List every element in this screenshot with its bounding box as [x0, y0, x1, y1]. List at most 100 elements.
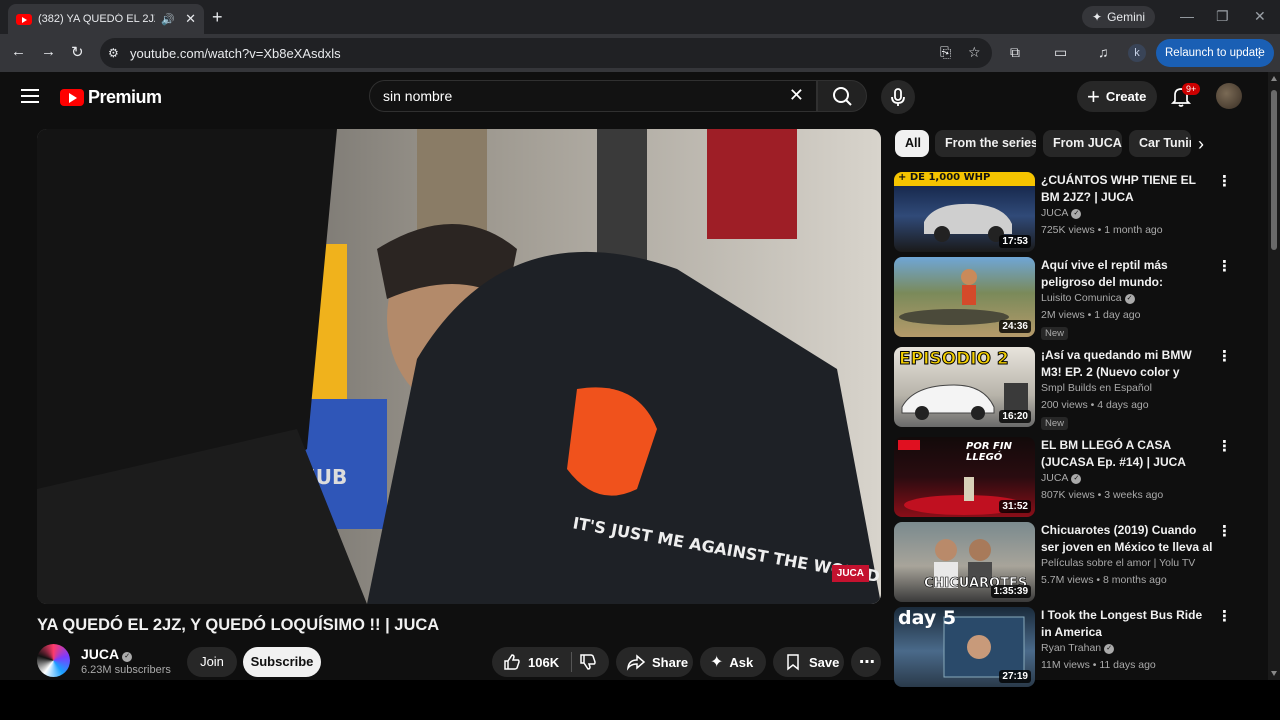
recommendation-item[interactable]: day 5 27:19 I Took the Longest Bus Ride … — [894, 607, 1254, 687]
youtube-favicon-icon — [16, 13, 32, 25]
back-button[interactable]: ← — [11, 43, 26, 60]
voice-search-button[interactable] — [881, 80, 915, 114]
close-window-icon[interactable]: ✕ — [1254, 8, 1266, 25]
video-thumbnail[interactable]: POR FIN LLEGÓ 31:52 — [894, 437, 1035, 517]
chip-from-the-series[interactable]: From the series — [935, 130, 1036, 157]
gemini-button[interactable]: ✦ Gemini — [1082, 6, 1156, 28]
verified-icon: ✓ — [1071, 474, 1082, 484]
recommendation-channel[interactable]: Ryan Trahan ✓ — [1041, 642, 1115, 654]
more-actions-button[interactable]: ⋯ — [851, 647, 881, 677]
channel-name-text: Ryan Trahan — [1041, 642, 1102, 654]
channel-name-text: JUCA — [81, 646, 120, 662]
recommendation-meta: 725K views • 1 month ago — [1041, 224, 1163, 236]
more-vert-icon[interactable]: ⋮ — [1217, 607, 1232, 625]
search-button[interactable] — [817, 80, 867, 112]
profile-avatar[interactable]: k — [1128, 44, 1146, 62]
account-avatar[interactable] — [1216, 83, 1242, 109]
bookmark-star-icon[interactable]: ☆ — [968, 44, 981, 61]
recommendation-title[interactable]: I Took the Longest Bus Ride in America — [1041, 607, 1213, 640]
relaunch-button[interactable]: Relaunch to update ⋮ — [1156, 39, 1274, 67]
more-vert-icon[interactable]: ⋮ — [1217, 522, 1232, 540]
youtube-logo[interactable]: Premium — [60, 87, 162, 108]
new-tab-button[interactable]: + — [212, 7, 223, 28]
recommendation-item[interactable]: 24:36 Aquí vive el reptil más peligroso … — [894, 257, 1254, 340]
share-icon — [626, 654, 646, 671]
ask-button[interactable]: ✦ Ask — [700, 647, 766, 677]
chip-all[interactable]: All — [895, 130, 929, 157]
clear-search-icon[interactable]: ✕ — [789, 85, 804, 106]
more-vert-icon[interactable]: ⋮ — [1217, 172, 1232, 190]
ask-label: Ask — [729, 654, 754, 670]
speaker-icon[interactable]: 🔊 — [161, 13, 175, 26]
recommendation-channel[interactable]: JUCA ✓ — [1041, 472, 1082, 484]
chip-car-tuning[interactable]: Car Tuning — [1129, 130, 1191, 157]
recommendation-meta: 2M views • 1 day ago — [1041, 309, 1141, 321]
video-thumbnail[interactable]: CHICUAROTES 1:35:39 — [894, 522, 1035, 602]
like-icon[interactable] — [502, 652, 522, 672]
channel-name-text: JUCA — [1041, 207, 1069, 219]
recommendation-channel[interactable]: Películas sobre el amor | Yolu TV — [1041, 557, 1195, 569]
forward-button[interactable]: → — [41, 43, 56, 60]
recommendation-item[interactable]: POR FIN LLEGÓ 31:52 EL BM LLEGÓ A CASA (… — [894, 437, 1254, 517]
install-app-icon[interactable]: ⎘ — [940, 44, 951, 61]
recommendation-channel[interactable]: Smpl Builds en Español — [1041, 382, 1152, 394]
tab-search-icon[interactable]: ▭ — [1054, 44, 1067, 61]
dislike-icon[interactable] — [578, 652, 598, 672]
recommendation-item[interactable]: + DE 1,000 WHP 17:53 ¿CUÁNTOS WHP TIENE … — [894, 172, 1254, 252]
extensions-icon[interactable]: ⧉ — [1010, 44, 1020, 61]
scroll-down-icon[interactable] — [1271, 671, 1277, 676]
restore-icon[interactable]: ❐ — [1216, 8, 1229, 25]
chip-from-juca[interactable]: From JUCA — [1043, 130, 1122, 157]
join-button[interactable]: Join — [187, 647, 237, 677]
minimize-icon[interactable]: — — [1180, 8, 1194, 24]
recommendation-title[interactable]: Aquí vive el reptil más peligroso del mu… — [1041, 257, 1213, 290]
recommendation-title[interactable]: ¡Así va quedando mi BMW M3! EP. 2 (Nuevo… — [1041, 347, 1213, 380]
more-vert-icon[interactable]: ⋮ — [1217, 257, 1232, 275]
recommendation-title[interactable]: Chicuarotes (2019) Cuando ser joven en M… — [1041, 522, 1213, 555]
share-button[interactable]: Share — [616, 647, 693, 677]
close-tab-icon[interactable]: ✕ — [185, 11, 196, 27]
view-count: 2M views — [1041, 309, 1085, 321]
url-text: youtube.com/watch?v=Xb8eXAsdxls — [130, 45, 341, 61]
youtube-page: Premium sin nombre ✕ + Create 9+ IT'S JU… — [0, 72, 1280, 687]
recommendation-item[interactable]: EPISODIO 2 16:20 ¡Así va quedando mi BMW… — [894, 347, 1254, 430]
video-thumbnail[interactable]: day 5 27:19 — [894, 607, 1035, 687]
recommendation-channel[interactable]: JUCA ✓ — [1041, 207, 1082, 219]
video-thumbnail[interactable]: + DE 1,000 WHP 17:53 — [894, 172, 1035, 252]
chevron-right-icon[interactable]: › — [1198, 134, 1204, 155]
scrollbar-thumb[interactable] — [1271, 90, 1277, 250]
more-vert-icon[interactable]: ⋮ — [1253, 45, 1266, 61]
recommendation-meta: 5.7M views • 8 months ago — [1041, 574, 1167, 586]
address-bar[interactable]: ⚙ youtube.com/watch?v=Xb8eXAsdxls — [100, 38, 992, 68]
more-vert-icon[interactable]: ⋮ — [1217, 437, 1232, 455]
search-input[interactable]: sin nombre ✕ — [369, 80, 817, 112]
premium-wordmark: Premium — [88, 87, 162, 107]
recommendation-title[interactable]: EL BM LLEGÓ A CASA (JUCASA Ep. #14) | JU… — [1041, 437, 1213, 470]
more-vert-icon[interactable]: ⋮ — [1217, 347, 1232, 365]
page-scrollbar[interactable] — [1268, 72, 1280, 680]
video-thumbnail[interactable]: EPISODIO 2 16:20 — [894, 347, 1035, 427]
channel-name-text: JUCA — [1041, 472, 1069, 484]
create-button[interactable]: + Create — [1077, 81, 1157, 112]
channel-avatar[interactable] — [37, 644, 70, 677]
browser-tab-active[interactable]: (382) YA QUEDÓ EL 2JZ, Y QU 🔊 ✕ — [8, 4, 204, 34]
verified-icon: ✓ — [1104, 644, 1115, 654]
recommendation-item[interactable]: CHICUAROTES 1:35:39 Chicuarotes (2019) C… — [894, 522, 1254, 602]
video-watermark: JUCA — [831, 565, 869, 582]
video-player[interactable]: PROHUB IT'S JUST ME AGAINST THE WORLD JU… — [37, 129, 881, 604]
site-info-icon[interactable]: ⚙ — [108, 46, 126, 60]
like-count[interactable]: 106K — [528, 655, 559, 670]
video-thumbnail[interactable]: 24:36 — [894, 257, 1035, 337]
menu-icon[interactable] — [21, 89, 39, 107]
new-badge: New — [1041, 327, 1069, 340]
subscribe-button[interactable]: Subscribe — [243, 647, 321, 677]
recommendation-channel[interactable]: Luisito Comunica ✓ — [1041, 292, 1135, 304]
media-controls-icon[interactable]: ♫ — [1098, 44, 1109, 60]
thumbnail-text: EPISODIO 2 — [899, 349, 1010, 370]
save-button[interactable]: Save — [773, 647, 844, 677]
scroll-up-icon[interactable] — [1271, 76, 1277, 81]
verified-icon: ✓ — [122, 652, 133, 662]
channel-name[interactable]: JUCA ✓ — [81, 646, 133, 662]
reload-button[interactable]: ↻ — [71, 43, 84, 61]
recommendation-title[interactable]: ¿CUÁNTOS WHP TIENE EL BM 2JZ? | JUCA — [1041, 172, 1213, 205]
